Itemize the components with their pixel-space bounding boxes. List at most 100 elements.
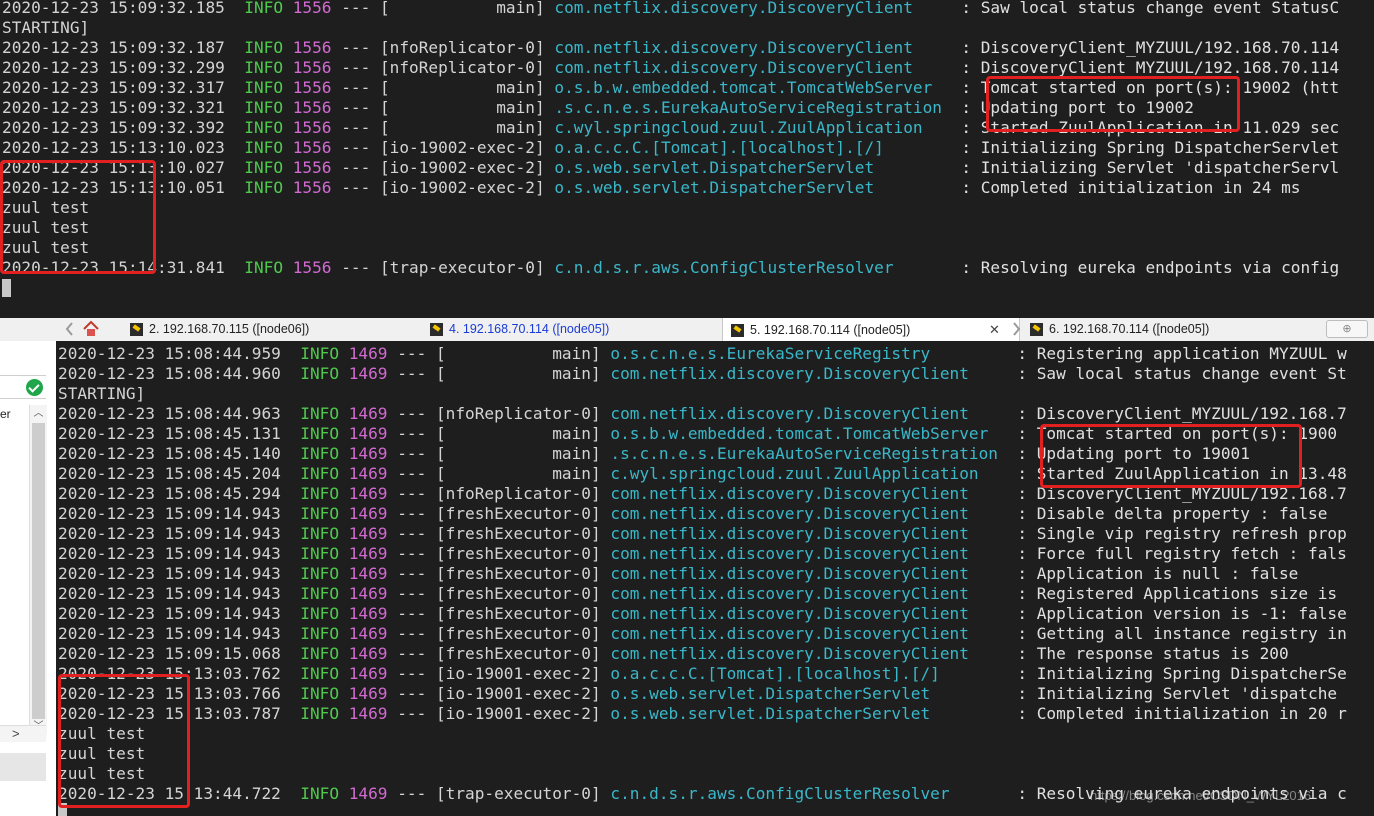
log-message: : Initializing Spring DispatcherServlet xyxy=(961,138,1340,157)
log-line: 2020-12-23 15:13:10.051 INFO 1556 --- [i… xyxy=(2,178,1300,198)
log-message: : Completed initialization in 24 ms xyxy=(961,178,1301,197)
tab-session-6[interactable]: 6. 192.168.70.114 ([node05]) xyxy=(1030,318,1209,341)
tab-session-2[interactable]: 2. 192.168.70.115 ([node06]) xyxy=(130,318,309,341)
log-timestamp: 2020-12-23 15:13:10.051 xyxy=(2,178,225,197)
log-pid: 1469 xyxy=(348,784,388,803)
log-line: 2020-12-23 15:09:32.321 INFO 1556 --- [ … xyxy=(2,98,1194,118)
check-circle-icon xyxy=(26,379,43,396)
log-level: INFO xyxy=(244,58,284,77)
log-line: 2020-12-23 15:13:03.762 INFO 1469 --- [i… xyxy=(58,664,1347,684)
log-message: : Tomcat started on port(s): 1900 xyxy=(1017,424,1338,443)
log-line: 2020-12-23 15:13:10.027 INFO 1556 --- [i… xyxy=(2,158,1339,178)
log-timestamp: 2020-12-23 15:13:44.722 xyxy=(58,784,281,803)
log-logger: com.netflix.discovery.DiscoveryClient xyxy=(610,544,1008,563)
log-level: INFO xyxy=(300,644,340,663)
log-line: 2020-12-23 15:08:45.204 INFO 1469 --- [ … xyxy=(58,464,1347,484)
log-thread: [trap-executor-0] xyxy=(435,784,601,803)
log-separator: --- xyxy=(397,684,427,703)
log-separator: --- xyxy=(341,118,371,137)
log-pid: 1469 xyxy=(348,444,388,463)
tab-label: 6. 192.168.70.114 ([node05]) xyxy=(1049,322,1210,336)
log-message: : Force full registry fetch : fals xyxy=(1017,544,1347,563)
log-line: 2020-12-23 15:09:14.943 INFO 1469 --- [f… xyxy=(58,524,1347,544)
log-line: 2020-12-23 15:13:03.766 INFO 1469 --- [i… xyxy=(58,684,1337,704)
log-logger: o.s.web.servlet.DispatcherServlet xyxy=(554,158,952,177)
log-thread: [ main] xyxy=(435,364,601,383)
log-logger: c.n.d.s.r.aws.ConfigClusterResolver xyxy=(554,258,952,277)
log-separator: --- xyxy=(397,704,427,723)
log-timestamp: 2020-12-23 15:13:10.023 xyxy=(2,138,225,157)
log-separator: --- xyxy=(397,564,427,583)
log-separator: --- xyxy=(341,158,371,177)
log-separator: --- xyxy=(397,624,427,643)
log-level: INFO xyxy=(244,158,284,177)
log-timestamp: 2020-12-23 15:13:03.762 xyxy=(58,664,281,683)
log-timestamp: 2020-12-23 15:09:32.185 xyxy=(2,0,225,17)
log-level: INFO xyxy=(244,98,284,117)
side-horizontal-scrollbar[interactable]: > xyxy=(0,725,46,742)
log-line-plain: zuul test xyxy=(2,198,89,218)
log-message: : The response status is 200 xyxy=(1017,644,1289,663)
log-thread: [nfoReplicator-0] xyxy=(435,484,601,503)
log-line: 2020-12-23 15:09:32.392 INFO 1556 --- [ … xyxy=(2,118,1339,138)
log-pid: 1469 xyxy=(348,524,388,543)
terminal-top[interactable]: 2020-12-23 15:09:32.185 INFO 1556 --- [ … xyxy=(0,0,1374,318)
log-line: 2020-12-23 15:09:32.299 INFO 1556 --- [n… xyxy=(2,58,1339,78)
log-separator: --- xyxy=(341,258,371,277)
log-logger: o.s.b.w.embedded.tomcat.TomcatWebServer xyxy=(610,424,1008,443)
log-thread: [freshExecutor-0] xyxy=(435,584,601,603)
log-separator: --- xyxy=(397,344,427,363)
log-level: INFO xyxy=(300,664,340,683)
log-pid: 1469 xyxy=(348,404,388,423)
log-level: INFO xyxy=(244,138,284,157)
side-vertical-scrollbar[interactable]: ︿ ﹀ xyxy=(29,405,47,735)
log-message: : DiscoveryClient_MYZUUL/192.168.7 xyxy=(1017,404,1347,423)
log-logger: com.netflix.discovery.DiscoveryClient xyxy=(610,624,1008,643)
log-timestamp: 2020-12-23 15:09:14.943 xyxy=(58,544,281,563)
log-pid: 1556 xyxy=(292,118,332,137)
log-line-plain: STARTING] xyxy=(58,384,145,404)
log-pid: 1469 xyxy=(348,644,388,663)
log-separator: --- xyxy=(341,0,371,17)
tab-label: 2. 192.168.70.115 ([node06]) xyxy=(149,322,310,336)
log-pid: 1469 xyxy=(348,704,388,723)
log-logger: com.netflix.discovery.DiscoveryClient xyxy=(610,404,1008,423)
log-timestamp: 2020-12-23 15:08:44.959 xyxy=(58,344,281,363)
log-separator: --- xyxy=(397,544,427,563)
home-icon[interactable] xyxy=(82,320,100,338)
log-timestamp: 2020-12-23 15:13:10.027 xyxy=(2,158,225,177)
tab-session-4[interactable]: 4. 192.168.70.114 ([node05]) xyxy=(430,318,609,341)
chevron-right-icon[interactable]: > xyxy=(12,726,20,741)
chevron-up-icon[interactable]: ︿ xyxy=(33,408,44,419)
log-separator: --- xyxy=(397,604,427,623)
scrollbar-thumb[interactable] xyxy=(32,423,45,719)
terminal-session-icon xyxy=(731,323,744,337)
log-thread: [io-19001-exec-2] xyxy=(435,684,601,703)
tab-scroll-left-icon[interactable] xyxy=(64,321,74,337)
log-thread: [io-19001-exec-2] xyxy=(435,664,601,683)
log-pid: 1556 xyxy=(292,178,332,197)
log-line: 2020-12-23 15:08:44.959 INFO 1469 --- [ … xyxy=(58,344,1347,364)
log-line: 2020-12-23 15:09:32.187 INFO 1556 --- [n… xyxy=(2,38,1339,58)
log-separator: --- xyxy=(341,138,371,157)
terminal-bottom[interactable]: 2020-12-23 15:08:44.959 INFO 1469 --- [ … xyxy=(56,341,1374,816)
log-thread: [ main] xyxy=(379,78,545,97)
log-separator: --- xyxy=(397,524,427,543)
tab-scroll-right-icon[interactable] xyxy=(1012,321,1022,337)
log-thread: [nfoReplicator-0] xyxy=(435,404,601,423)
terminal-session-icon xyxy=(130,323,143,336)
new-tab-button[interactable]: ⊕ xyxy=(1326,320,1368,338)
close-tab-icon[interactable]: ✕ xyxy=(989,318,1000,341)
log-thread: [nfoReplicator-0] xyxy=(379,58,545,77)
log-line-plain: zuul test xyxy=(58,724,145,744)
log-message: : Completed initialization in 20 r xyxy=(1017,704,1347,723)
log-line: 2020-12-23 15:09:14.943 INFO 1469 --- [f… xyxy=(58,564,1298,584)
log-message: : Updating port to 19002 xyxy=(961,98,1194,117)
tab-session-5[interactable]: 5. 192.168.70.114 ([node05]) ✕ xyxy=(722,318,1020,342)
log-message: : Registered Applications size is xyxy=(1017,584,1338,603)
log-message: : Tomcat started on port(s): 19002 (htt xyxy=(961,78,1340,97)
log-line: 2020-12-23 15:13:10.023 INFO 1556 --- [i… xyxy=(2,138,1339,158)
log-line: 2020-12-23 15:08:45.131 INFO 1469 --- [ … xyxy=(58,424,1337,444)
log-message: : Initializing Spring DispatcherSe xyxy=(1017,664,1347,683)
log-level: INFO xyxy=(244,78,284,97)
